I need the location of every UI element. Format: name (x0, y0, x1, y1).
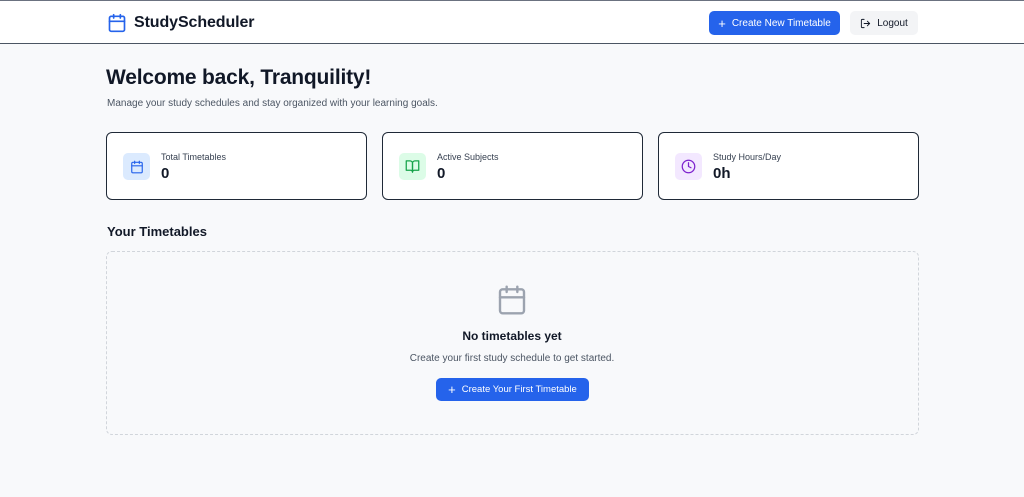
create-first-timetable-button[interactable]: + Create Your First Timetable (436, 378, 589, 401)
stat-value: 0 (437, 165, 446, 182)
empty-state-subtitle: Create your first study schedule to get … (409, 353, 615, 364)
create-new-timetable-button[interactable]: + Create New Timetable (709, 11, 840, 35)
logout-button[interactable]: Logout (850, 11, 918, 35)
plus-icon: + (718, 15, 726, 31)
create-first-timetable-label: Create Your First Timetable (461, 384, 577, 395)
page-title: Welcome back, Tranquility! (106, 66, 372, 89)
stat-value: 0 (161, 165, 170, 182)
book-open-icon (399, 153, 426, 180)
page-subtitle: Manage your study schedules and stay org… (107, 98, 438, 109)
stat-label: Study Hours/Day (713, 152, 782, 162)
create-new-timetable-label: Create New Timetable (731, 17, 831, 29)
stat-card-active-subjects: Active Subjects 0 (382, 132, 643, 200)
stat-card-study-hours: Study Hours/Day 0h (658, 132, 919, 200)
brand-name: StudyScheduler (134, 14, 255, 31)
top-navbar: StudyScheduler + Create New Timetable Lo… (0, 0, 1024, 44)
clock-icon (675, 153, 702, 180)
calendar-icon (496, 284, 528, 316)
stat-label: Total Timetables (161, 152, 227, 162)
calendar-icon (123, 153, 150, 180)
empty-state-title: No timetables yet (462, 329, 562, 343)
stat-card-total-timetables: Total Timetables 0 (106, 132, 367, 200)
empty-state-panel (106, 251, 919, 435)
stat-label: Active Subjects (437, 152, 499, 162)
brand-logo[interactable]: StudyScheduler (107, 11, 255, 35)
logout-label: Logout (877, 17, 908, 29)
calendar-icon (107, 13, 127, 33)
plus-icon: + (448, 382, 456, 397)
section-title: Your Timetables (107, 224, 207, 239)
logout-icon (860, 18, 871, 29)
stat-value: 0h (713, 165, 731, 182)
